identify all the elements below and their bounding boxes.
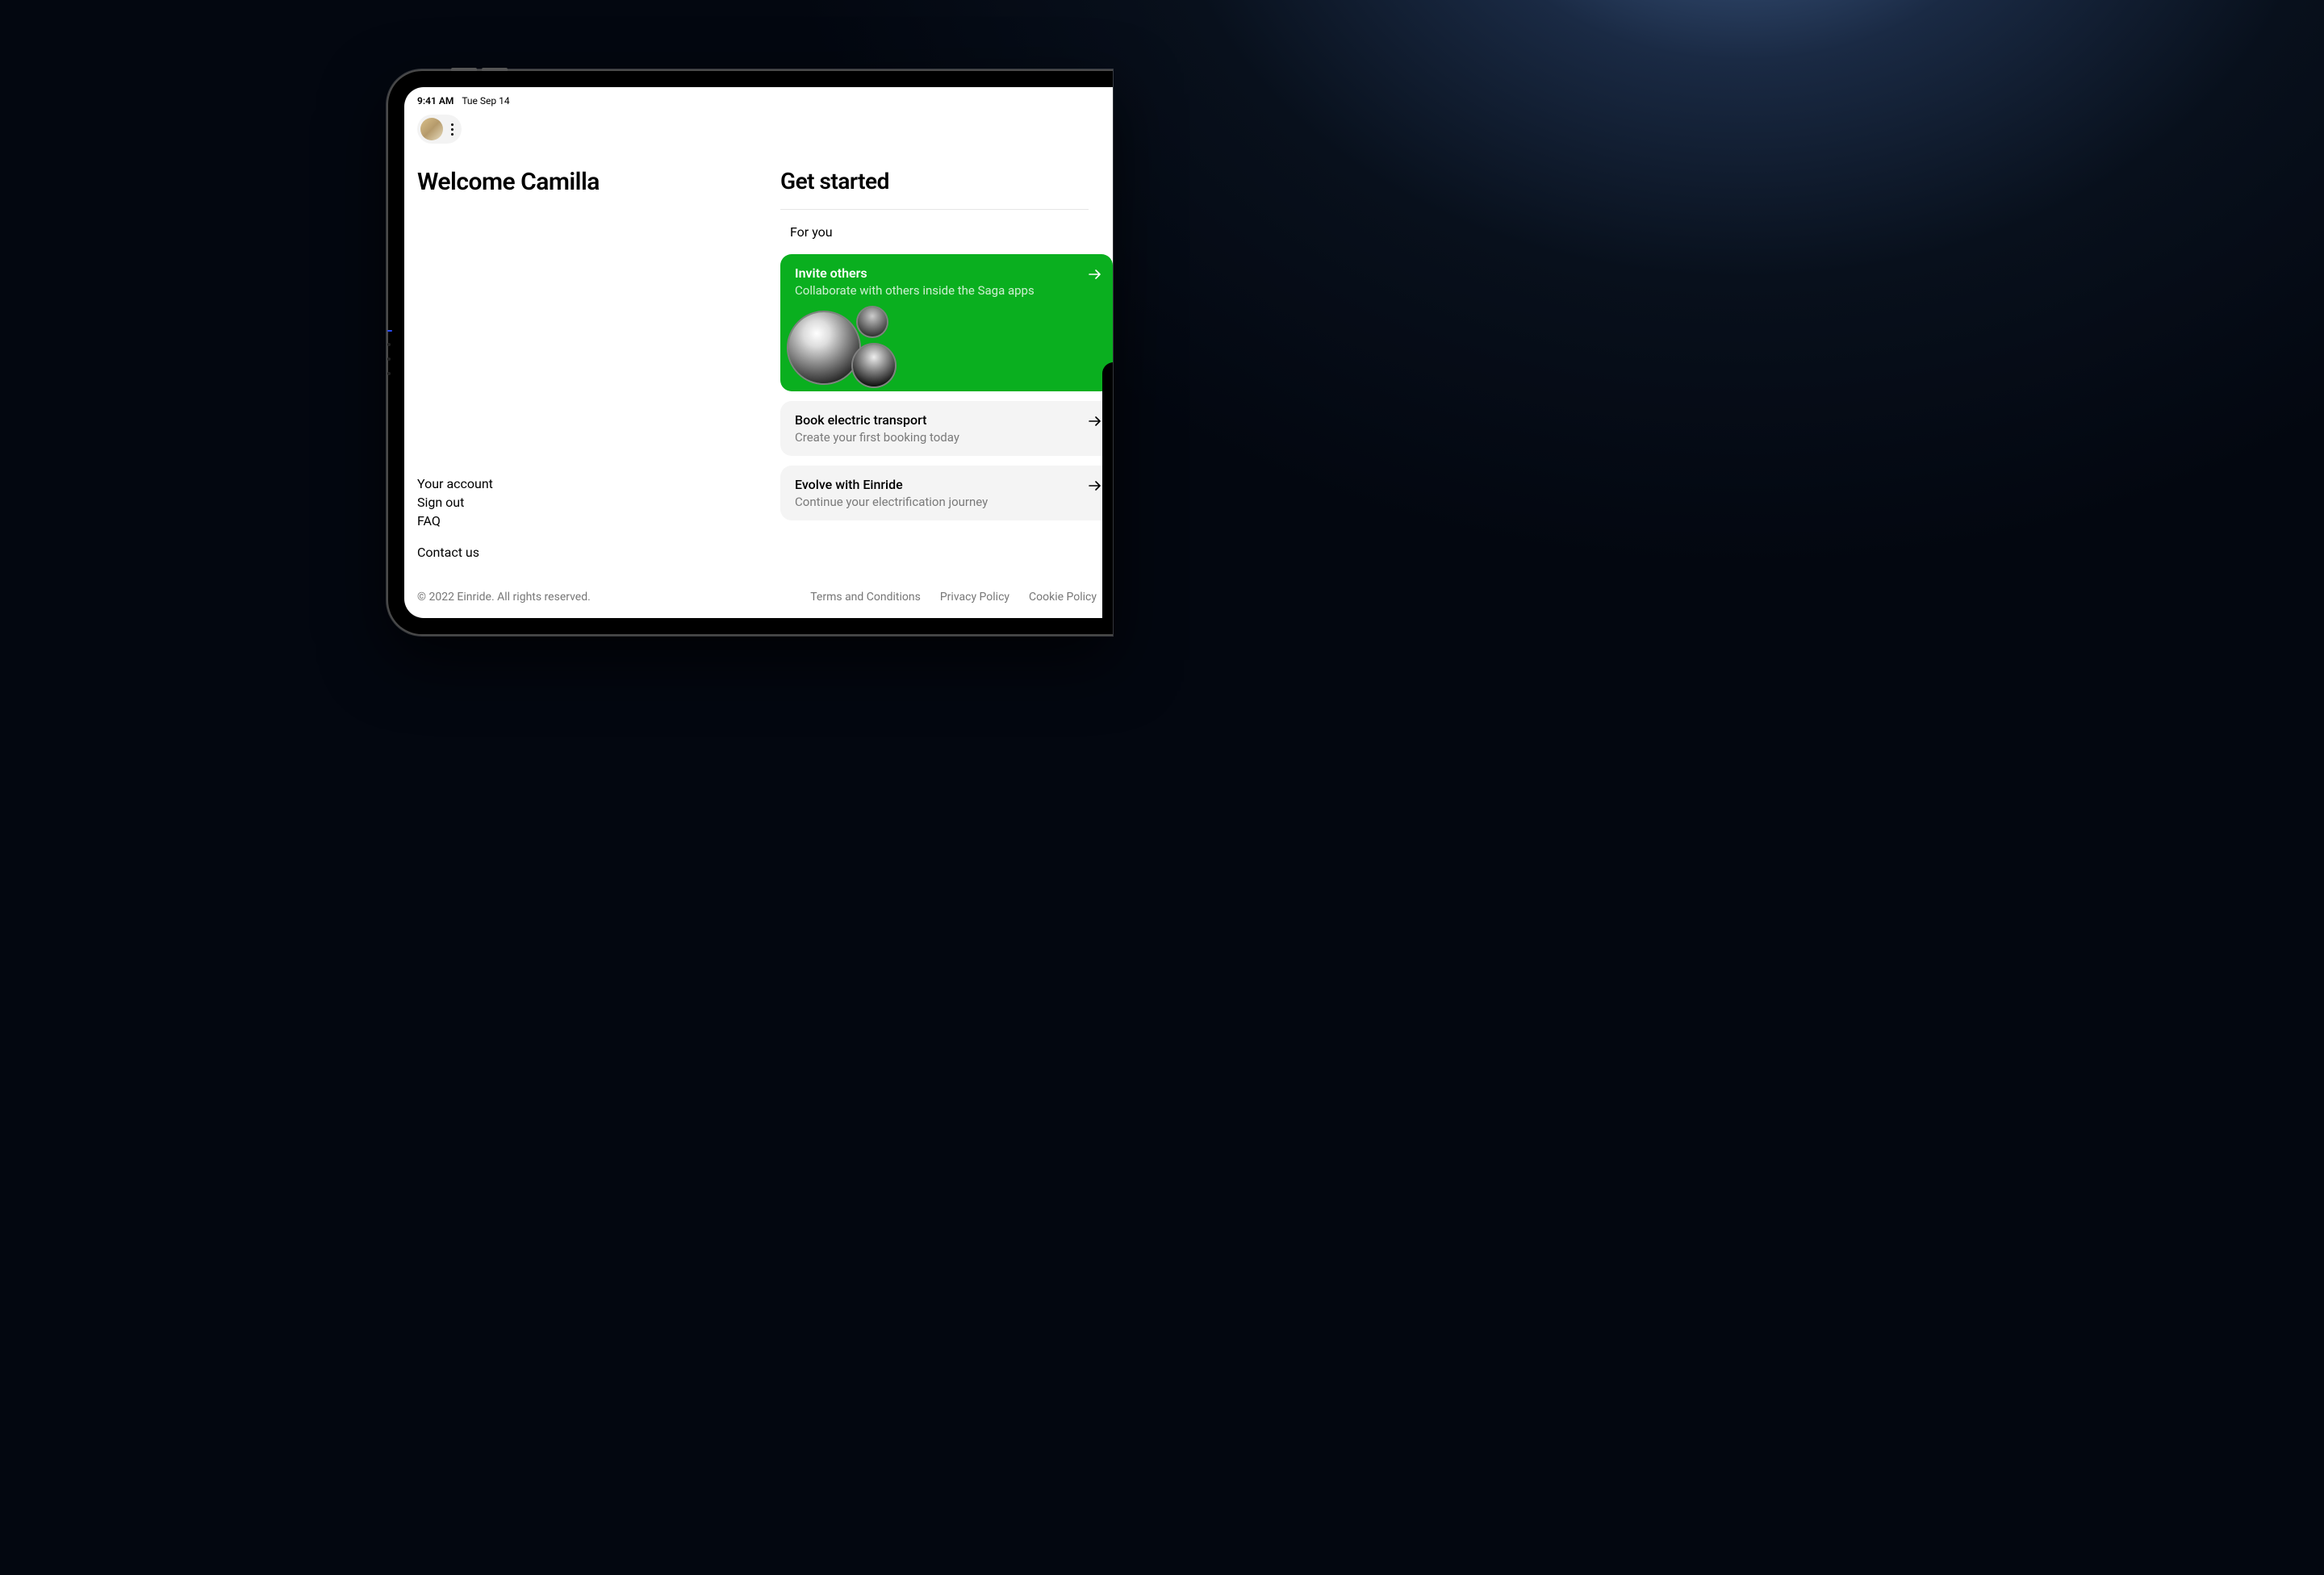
- device-hardware-buttons: [451, 68, 508, 71]
- card-title: Evolve with Einride: [795, 477, 1098, 492]
- card-book-transport[interactable]: Book electric transport Create your firs…: [780, 401, 1113, 456]
- link-sign-out[interactable]: Sign out: [417, 495, 764, 510]
- link-faq[interactable]: FAQ: [417, 513, 764, 528]
- device-side-indicators: [387, 322, 392, 383]
- link-contact-us[interactable]: Contact us: [417, 545, 764, 560]
- person-avatar: [788, 312, 859, 383]
- card-subtitle: Create your first booking today: [795, 430, 1098, 445]
- card-invite-others[interactable]: Invite others Collaborate with others in…: [780, 254, 1113, 391]
- sidebar-links: Your account Sign out FAQ Contact us: [417, 476, 764, 560]
- link-terms[interactable]: Terms and Conditions: [810, 591, 921, 604]
- section-title-get-started: Get started: [780, 168, 1113, 194]
- status-time: 9:41 AM: [417, 95, 454, 107]
- next-card-peek[interactable]: [1102, 362, 1113, 618]
- kebab-icon: [451, 123, 454, 136]
- card-subtitle: Continue your electrification journey: [795, 495, 1098, 509]
- link-your-account[interactable]: Your account: [417, 476, 764, 491]
- arrow-right-icon: [1089, 478, 1101, 494]
- status-bar: 9:41 AM Tue Sep 14: [404, 87, 1113, 107]
- arrow-right-icon: [1089, 414, 1101, 429]
- footer: © 2022 Einride. All rights reserved. Ter…: [404, 576, 1113, 618]
- page-title: Welcome Camilla: [417, 168, 764, 196]
- card-evolve-einride[interactable]: Evolve with Einride Continue your electr…: [780, 466, 1113, 520]
- person-avatar: [858, 307, 887, 336]
- person-avatar: [853, 345, 895, 386]
- avatar: [420, 118, 443, 140]
- people-avatars: [788, 306, 917, 386]
- copyright-text: © 2022 Einride. All rights reserved.: [417, 591, 591, 604]
- top-bar: [404, 107, 1113, 144]
- divider: [780, 209, 1089, 210]
- arrow-right-icon: [1089, 267, 1101, 282]
- tab-for-you[interactable]: For you: [790, 224, 833, 240]
- link-privacy[interactable]: Privacy Policy: [940, 591, 1009, 604]
- card-title: Invite others: [795, 265, 1098, 281]
- card-subtitle: Collaborate with others inside the Saga …: [795, 283, 1098, 298]
- app-screen: 9:41 AM Tue Sep 14 Welcome Camilla Your …: [404, 87, 1113, 618]
- status-date: Tue Sep 14: [462, 95, 509, 107]
- profile-menu-button[interactable]: [417, 115, 462, 144]
- card-title: Book electric transport: [795, 412, 1098, 428]
- link-cookie[interactable]: Cookie Policy: [1029, 591, 1097, 604]
- tablet-device-frame: 9:41 AM Tue Sep 14 Welcome Camilla Your …: [387, 69, 1113, 636]
